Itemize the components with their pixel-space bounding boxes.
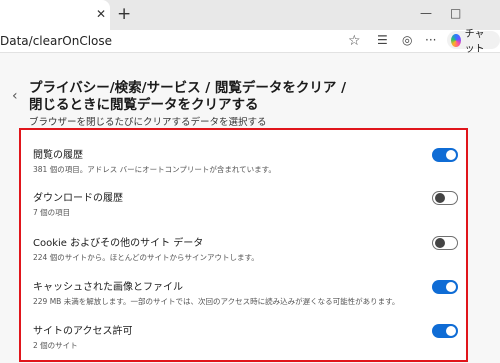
toggle-knob	[446, 326, 456, 336]
copilot-label: チャット	[464, 29, 485, 55]
url-text: Data/clearOnClose	[0, 34, 113, 48]
setting-title: ダウンロードの履歴	[33, 193, 123, 204]
profile-icon[interactable]: ◎	[402, 33, 412, 47]
setting-row-download-history: ダウンロードの履歴 7 個の項目	[33, 189, 458, 229]
setting-description: 7 個の項目	[33, 208, 71, 217]
minimize-icon[interactable]: —	[420, 6, 432, 20]
toggle-cookies[interactable]	[432, 236, 458, 250]
favorite-star-icon[interactable]: ☆	[348, 32, 361, 50]
setting-title: Cookie およびその他のサイト データ	[33, 238, 204, 249]
toggle-knob	[446, 282, 456, 292]
toggle-knob	[446, 150, 456, 160]
setting-row-cookies: Cookie およびその他のサイト データ 224 個のサイトから。ほとんどのサ…	[33, 234, 458, 274]
setting-description: 224 個のサイトから。ほとんどのサイトからサインアウトします。	[33, 253, 259, 262]
setting-description: 2 個のサイト	[33, 341, 78, 350]
active-tab[interactable]: ✕	[0, 0, 110, 30]
toggle-knob	[435, 193, 445, 203]
setting-title: サイトのアクセス許可	[33, 326, 133, 337]
chevron-left-icon[interactable]: ‹	[12, 88, 18, 104]
setting-description: 381 個の項目。アドレス バーにオートコンプリートが含まれています。	[33, 165, 276, 174]
favorites-list-icon[interactable]: ☰	[377, 33, 388, 47]
page-subtitle: ブラウザーを閉じるたびにクリアするデータを選択する	[29, 117, 267, 128]
copilot-button[interactable]: チャット	[447, 29, 500, 55]
settings-page: ‹ プライバシー/検索/サービス / 閲覧データをクリア / 閉じるときに閲覧デ…	[0, 53, 500, 363]
setting-row-cached-images: キャッシュされた画像とファイル 229 MB 未満を解放します。一部のサイトでは…	[33, 278, 458, 318]
setting-title: キャッシュされた画像とファイル	[33, 282, 183, 293]
toggle-cached-images[interactable]	[432, 280, 458, 294]
maximize-icon[interactable]: □	[450, 6, 461, 20]
setting-row-browsing-history: 閲覧の履歴 381 個の項目。アドレス バーにオートコンプリートが含まれています…	[33, 146, 458, 186]
page-title: プライバシー/検索/サービス / 閲覧データをクリア / 閉じるときに閲覧データ…	[29, 80, 347, 113]
toggle-download-history[interactable]	[432, 191, 458, 205]
toggle-browsing-history[interactable]	[432, 148, 458, 162]
close-icon[interactable]: ✕	[96, 7, 106, 21]
toggle-knob	[435, 238, 445, 248]
setting-row-site-permissions: サイトのアクセス許可 2 個のサイト	[33, 322, 458, 362]
toolbar: Data/clearOnClose ☆ ☰ ◎ ··· チャット	[0, 29, 500, 55]
settings-panel: 閲覧の履歴 381 個の項目。アドレス バーにオートコンプリートが含まれています…	[19, 128, 468, 362]
setting-description: 229 MB 未満を解放します。一部のサイトでは、次回のアクセス時に読み込みが遅…	[33, 297, 400, 306]
toggle-site-permissions[interactable]	[432, 324, 458, 338]
tab-bar: ✕ + — □	[0, 0, 500, 30]
more-menu-icon[interactable]: ···	[425, 33, 436, 47]
setting-title: 閲覧の履歴	[33, 150, 83, 161]
address-bar[interactable]: Data/clearOnClose ☆	[0, 32, 365, 50]
new-tab-button[interactable]: +	[117, 4, 131, 24]
copilot-icon	[451, 33, 461, 47]
